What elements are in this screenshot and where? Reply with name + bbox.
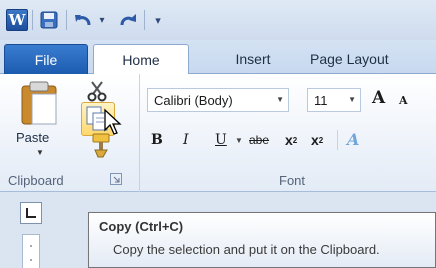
subscript-label: x bbox=[285, 132, 293, 148]
grow-font-button[interactable]: A bbox=[372, 88, 385, 108]
qat-separator bbox=[66, 10, 67, 30]
save-icon[interactable] bbox=[38, 9, 60, 31]
redo-arrow-graphic bbox=[120, 14, 136, 26]
font-size-value: 11 bbox=[314, 92, 328, 108]
ribbon-tabs: File Home Insert Page Layout bbox=[0, 40, 436, 75]
customize-qat-icon[interactable]: ▾ bbox=[152, 9, 164, 31]
ruler-ticks-graphic bbox=[30, 245, 32, 261]
undo-dropdown-icon[interactable]: ▾ bbox=[96, 9, 108, 31]
font-name-combo[interactable]: Calibri (Body) ▼ bbox=[147, 88, 289, 112]
format-separator bbox=[337, 130, 338, 150]
tab-selector-icon[interactable] bbox=[20, 202, 42, 224]
chevron-down-icon[interactable]: ▼ bbox=[348, 95, 356, 104]
chevron-down-icon[interactable]: ▼ bbox=[276, 95, 284, 104]
superscript-button[interactable]: x2 bbox=[311, 128, 323, 152]
scissors-graphic bbox=[87, 81, 107, 102]
paste-icon bbox=[21, 81, 57, 125]
underline-button[interactable]: U bbox=[215, 128, 227, 152]
paste-label: Paste bbox=[16, 130, 50, 145]
subscript-button[interactable]: x2 bbox=[285, 128, 297, 152]
superscript-label: x bbox=[311, 132, 319, 148]
font-name-value: Calibri (Body) bbox=[154, 92, 233, 108]
mouse-cursor-icon bbox=[103, 108, 123, 136]
tab-home[interactable]: Home bbox=[93, 44, 189, 75]
underline-dropdown-icon[interactable]: ▼ bbox=[235, 128, 243, 152]
paste-dropdown-icon[interactable]: ▼ bbox=[36, 148, 44, 157]
ribbon: Paste ▼ Clipboard Calibri (Body) ▼ 11 ▼ … bbox=[0, 74, 436, 192]
launcher-graphic bbox=[110, 173, 122, 185]
save-icon-graphic bbox=[40, 11, 58, 29]
qat-separator bbox=[144, 10, 145, 30]
tab-file[interactable]: File bbox=[4, 44, 88, 74]
strikethrough-button[interactable]: abe bbox=[249, 128, 269, 152]
paste-button[interactable]: Paste ▼ bbox=[10, 80, 70, 158]
font-size-combo[interactable]: 11 ▼ bbox=[307, 88, 361, 112]
cut-icon[interactable] bbox=[86, 80, 108, 102]
tab-stop-graphic bbox=[26, 208, 36, 218]
font-group: Calibri (Body) ▼ 11 ▼ A A B I U ▼ abe x2… bbox=[141, 74, 436, 192]
tab-insert[interactable]: Insert bbox=[218, 44, 288, 74]
tooltip-title: Copy (Ctrl+C) bbox=[99, 219, 184, 234]
copy-tooltip: Copy (Ctrl+C) Copy the selection and put… bbox=[88, 212, 436, 268]
quick-access-toolbar: W ▾ ▾ bbox=[0, 0, 436, 40]
vertical-ruler bbox=[22, 234, 40, 268]
cursor-arrow-graphic bbox=[104, 108, 122, 135]
text-effects-button[interactable]: A bbox=[347, 130, 371, 152]
tab-page-layout[interactable]: Page Layout bbox=[310, 44, 436, 74]
bold-button[interactable]: B bbox=[151, 128, 163, 152]
redo-icon[interactable] bbox=[117, 9, 139, 31]
shrink-font-button[interactable]: A bbox=[399, 94, 408, 107]
font-group-label: Font bbox=[279, 173, 306, 188]
undo-arrow-graphic bbox=[75, 15, 91, 26]
italic-button[interactable]: I bbox=[183, 128, 189, 152]
clipboard-group-label: Clipboard bbox=[8, 173, 64, 188]
word-logo-icon[interactable]: W bbox=[6, 9, 28, 31]
undo-icon[interactable] bbox=[72, 9, 94, 31]
qat-separator bbox=[32, 10, 33, 30]
clipboard-dialog-launcher-icon[interactable] bbox=[110, 172, 122, 185]
tooltip-body: Copy the selection and put it on the Cli… bbox=[113, 242, 380, 257]
